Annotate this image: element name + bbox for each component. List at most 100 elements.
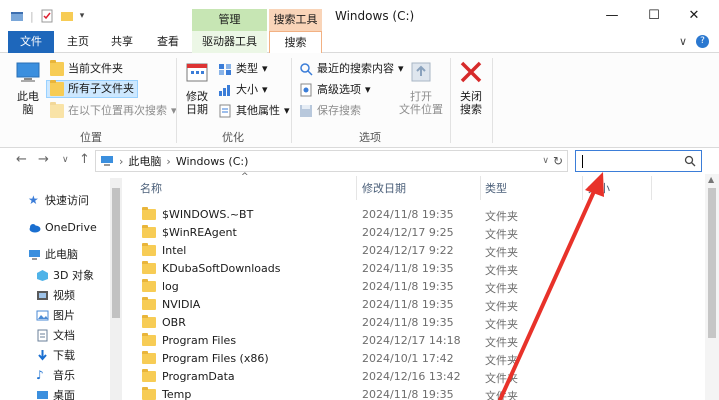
search-again-button[interactable]: 在以下位置再次搜索 ▾: [50, 102, 177, 120]
ribbon-tab-row: 文件 主页 共享 查看 驱动器工具 搜索 ∨ ?: [0, 31, 719, 54]
tab-search[interactable]: 搜索: [269, 31, 322, 54]
breadcrumb-drive-c[interactable]: Windows (C:): [176, 155, 249, 168]
close-search-button[interactable]: 关闭 搜索: [455, 59, 487, 116]
file-list-scrollbar[interactable]: ▲: [705, 174, 719, 400]
properties-icon: [219, 104, 231, 118]
chevron-down-icon: ▾: [284, 104, 290, 117]
nav-item-label: 快速访问: [45, 194, 89, 207]
column-divider[interactable]: [356, 176, 357, 200]
nav-item-desktop[interactable]: 桌面: [36, 386, 75, 400]
tab-drive-tools[interactable]: 驱动器工具: [192, 31, 267, 53]
breadcrumb-this-pc[interactable]: 此电脑: [128, 153, 161, 169]
column-header-size[interactable]: 大小: [588, 180, 610, 196]
group-label-options: 选项: [359, 131, 381, 144]
cube-icon: [37, 269, 48, 281]
quick-access-toolbar: | ▾: [10, 9, 84, 23]
recent-searches-button[interactable]: 最近的搜索内容 ▾: [299, 60, 404, 78]
size-button[interactable]: 大小 ▾: [218, 81, 268, 99]
ribbon-collapse-button[interactable]: ∨: [679, 35, 687, 48]
current-folder-button[interactable]: 当前文件夹: [50, 60, 123, 78]
refresh-icon[interactable]: ↻: [553, 154, 563, 168]
column-divider[interactable]: [480, 176, 481, 200]
new-folder-icon[interactable]: [60, 9, 74, 23]
help-button[interactable]: ?: [696, 35, 709, 48]
table-row[interactable]: KDubaSoftDownloads 2024/11/8 19:35 文件夹: [124, 260, 684, 278]
nav-item-label: 图片: [53, 309, 75, 322]
tab-file[interactable]: 文件: [8, 31, 54, 53]
folder-icon: [142, 207, 156, 220]
search-input[interactable]: [575, 150, 702, 172]
table-row[interactable]: $WinREAgent 2024/12/17 9:25 文件夹: [124, 224, 684, 242]
save-icon: [300, 105, 312, 117]
nav-item-documents[interactable]: 文档: [36, 326, 75, 344]
file-type: 文件夹: [485, 336, 518, 349]
table-row[interactable]: ProgramData 2024/12/16 13:42 文件夹: [124, 368, 684, 386]
nav-item-label: 音乐: [53, 369, 75, 382]
column-divider[interactable]: [582, 176, 583, 200]
table-row[interactable]: NVIDIA 2024/11/8 19:35 文件夹: [124, 296, 684, 314]
column-header-name[interactable]: 名称: [140, 180, 162, 196]
back-arrow-icon[interactable]: ←: [16, 152, 27, 167]
search-icon[interactable]: [684, 155, 696, 167]
tab-view[interactable]: 查看: [150, 31, 186, 53]
scrollbar-thumb[interactable]: [708, 188, 716, 338]
modified-date-button[interactable]: 修改 日期: [182, 59, 212, 116]
navigation-bar: ← → ∨ ↑ › 此电脑 › Windows (C:) ∨ ↻: [0, 148, 719, 174]
this-pc-button[interactable]: 此电 脑: [12, 59, 44, 116]
file-date: 2024/10/1 17:42: [362, 352, 454, 365]
group-label-location: 位置: [80, 131, 102, 144]
file-list: ^ 名称 修改日期 类型 大小 $WINDOWS.~BT 2024/11/8 1…: [124, 172, 719, 400]
context-tab-manage: 管理: [192, 9, 267, 31]
window-menu-icon[interactable]: [10, 9, 24, 23]
nav-item-3d-objects[interactable]: 3D 对象: [36, 266, 94, 284]
file-date: 2024/12/16 13:42: [362, 370, 461, 383]
minimize-button[interactable]: —: [597, 6, 627, 26]
scroll-up-icon[interactable]: ▲: [708, 175, 714, 184]
up-arrow-icon[interactable]: ↑: [79, 152, 90, 167]
forward-arrow-icon[interactable]: →: [38, 152, 49, 167]
file-name: NVIDIA: [162, 298, 201, 311]
nav-item-pictures[interactable]: 图片: [36, 306, 75, 324]
folder-icon: [50, 102, 64, 118]
column-header-type[interactable]: 类型: [485, 180, 507, 196]
qat-dropdown-icon[interactable]: ▾: [80, 11, 85, 21]
kind-button[interactable]: 类型 ▾: [218, 60, 268, 78]
nav-item-onedrive[interactable]: OneDrive: [28, 218, 97, 236]
recent-locations-chevron-icon[interactable]: ∨: [62, 155, 69, 165]
nav-item-quick-access[interactable]: ★ 快速访问: [28, 191, 89, 209]
kind-icon: [219, 64, 231, 75]
column-header-date[interactable]: 修改日期: [362, 180, 406, 196]
tab-share[interactable]: 共享: [104, 31, 140, 53]
scrollbar-thumb[interactable]: [112, 188, 120, 318]
table-row[interactable]: Program Files (x86) 2024/10/1 17:42 文件夹: [124, 350, 684, 368]
folder-icon: [142, 225, 156, 238]
nav-item-this-pc[interactable]: 此电脑: [28, 245, 78, 263]
table-row[interactable]: Temp 2024/11/8 19:35 文件夹: [124, 386, 684, 400]
table-row[interactable]: OBR 2024/11/8 19:35 文件夹: [124, 314, 684, 332]
open-file-location-button[interactable]: 打开 文件位置: [399, 59, 443, 116]
nav-item-music[interactable]: ♪ 音乐: [36, 366, 75, 384]
table-row[interactable]: $WINDOWS.~BT 2024/11/8 19:35 文件夹: [124, 206, 684, 224]
column-divider[interactable]: [651, 176, 652, 200]
save-search-button[interactable]: 保存搜索: [299, 102, 361, 120]
maximize-button[interactable]: ☐: [639, 6, 669, 26]
all-subfolders-button[interactable]: 所有子文件夹: [46, 80, 138, 98]
address-dropdown-icon[interactable]: ∨: [542, 156, 549, 166]
tab-home[interactable]: 主页: [60, 31, 96, 53]
advanced-options-button[interactable]: 高级选项 ▾: [299, 81, 371, 99]
folder-icon: [142, 333, 156, 346]
folder-icon: [142, 279, 156, 292]
table-row[interactable]: Program Files 2024/12/17 14:18 文件夹: [124, 332, 684, 350]
nav-item-videos[interactable]: 视频: [36, 286, 75, 304]
cloud-icon: [29, 223, 41, 232]
other-properties-button[interactable]: 其他属性 ▾: [218, 102, 290, 120]
nav-item-downloads[interactable]: 下载: [36, 346, 75, 364]
table-row[interactable]: log 2024/11/8 19:35 文件夹: [124, 278, 684, 296]
properties-icon[interactable]: [40, 9, 54, 23]
address-bar[interactable]: › 此电脑 › Windows (C:) ∨ ↻: [95, 150, 568, 172]
download-icon: [38, 349, 47, 361]
close-button[interactable]: ✕: [679, 6, 709, 26]
nav-pane-scrollbar[interactable]: [110, 178, 122, 400]
computer-icon: [29, 249, 40, 260]
table-row[interactable]: Intel 2024/12/17 9:22 文件夹: [124, 242, 684, 260]
